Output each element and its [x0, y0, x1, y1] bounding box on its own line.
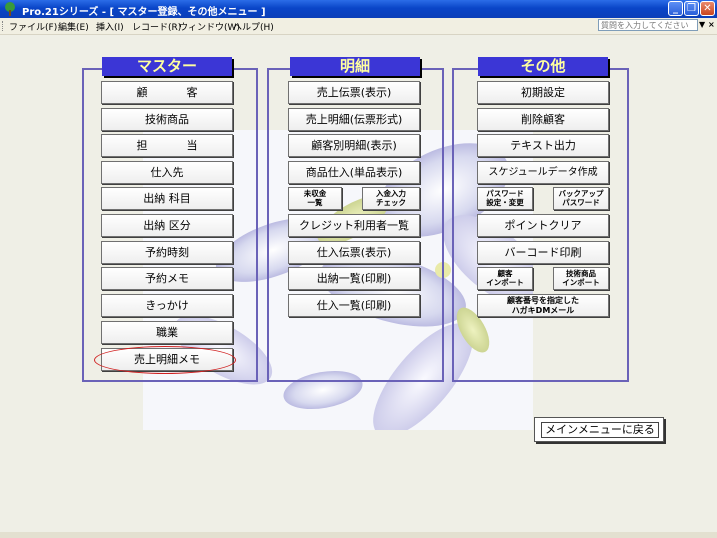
postcard-dm-mail-button[interactable]: 顧客番号を指定した ハガキDMメール — [477, 294, 609, 317]
schedule-data-button[interactable]: スケジュールデータ作成 — [477, 161, 609, 184]
cash-account-button[interactable]: 出納 科目 — [101, 187, 233, 210]
barcode-print-button[interactable]: バーコード印刷 — [477, 241, 609, 264]
help-search-input[interactable]: 質問を入力してください — [598, 19, 698, 31]
staff-button[interactable]: 担 当 — [101, 134, 233, 157]
purchase-slip-view-button[interactable]: 仕入伝票(表示) — [288, 241, 420, 264]
sales-slip-view-button[interactable]: 売上伝票(表示) — [288, 81, 420, 104]
initial-settings-button[interactable]: 初期設定 — [477, 81, 609, 104]
occupation-button[interactable]: 職業 — [101, 321, 233, 344]
trigger-button[interactable]: きっかけ — [101, 294, 233, 317]
close-button[interactable]: ✕ — [700, 1, 715, 16]
close-pane-icon[interactable]: × — [708, 20, 715, 29]
return-main-menu-label: メインメニューに戻る — [541, 422, 659, 438]
close-icon: ✕ — [703, 3, 712, 14]
receivables-list-button[interactable]: 未収金 一覧 — [288, 187, 342, 210]
menu-file[interactable]: ファイル(F) — [9, 20, 57, 33]
menu-window[interactable]: ウィンドウ(W) — [179, 20, 240, 33]
minimize-button[interactable]: _ — [668, 1, 683, 16]
return-main-menu-button[interactable]: メインメニューに戻る — [534, 417, 664, 442]
highlight-ring — [94, 346, 236, 374]
sales-detail-slip-button[interactable]: 売上明細(伝票形式) — [288, 108, 420, 131]
supplier-button[interactable]: 仕入先 — [101, 161, 233, 184]
master-panel-title: マスター — [102, 57, 232, 76]
cash-category-button[interactable]: 出納 区分 — [101, 214, 233, 237]
deleted-customers-button[interactable]: 削除顧客 — [477, 108, 609, 131]
menu-edit[interactable]: 編集(E) — [58, 20, 89, 33]
technical-product-import-button[interactable]: 技術商品 インポート — [553, 267, 609, 290]
point-clear-button[interactable]: ポイントクリア — [477, 214, 609, 237]
customer-detail-view-button[interactable]: 顧客別明細(表示) — [288, 134, 420, 157]
status-bar — [0, 532, 717, 538]
purchase-list-print-button[interactable]: 仕入一覧(印刷) — [288, 294, 420, 317]
menu-bar: ファイル(F) 編集(E) 挿入(I) レコード(R) ウィンドウ(W) ヘルプ… — [0, 18, 717, 35]
other-panel-title: その他 — [478, 57, 608, 76]
toolbar-grip[interactable] — [2, 21, 6, 31]
menu-help[interactable]: ヘルプ(H) — [233, 20, 274, 33]
password-settings-button[interactable]: パスワード 設定・変更 — [477, 187, 533, 210]
reservation-time-button[interactable]: 予約時刻 — [101, 241, 233, 264]
customer-import-button[interactable]: 顧客 インポート — [477, 267, 533, 290]
cash-list-print-button[interactable]: 出納一覧(印刷) — [288, 267, 420, 290]
minimize-icon: _ — [673, 3, 678, 14]
menu-record[interactable]: レコード(R) — [132, 20, 181, 33]
text-export-button[interactable]: テキスト出力 — [477, 134, 609, 157]
window-title: Pro.21シリーズ - [ マスター登録、その他メニュー ] — [22, 7, 266, 18]
restore-button[interactable]: ❐ — [684, 1, 699, 16]
app-tree-icon[interactable] — [3, 2, 17, 16]
title-bar: Pro.21シリーズ - [ マスター登録、その他メニュー ] _ ❐ ✕ — [0, 0, 717, 18]
payment-check-button[interactable]: 入金入力 チェック — [362, 187, 420, 210]
credit-user-list-button[interactable]: クレジット利用者一覧 — [288, 214, 420, 237]
backup-password-button[interactable]: バックアップ パスワード — [553, 187, 609, 210]
technical-product-button[interactable]: 技術商品 — [101, 108, 233, 131]
menu-insert[interactable]: 挿入(I) — [96, 20, 124, 33]
detail-panel-title: 明細 — [290, 57, 420, 76]
chevron-down-icon[interactable]: ▼ — [699, 20, 705, 29]
product-purchase-button[interactable]: 商品仕入(単品表示) — [288, 161, 420, 184]
customer-master-button[interactable]: 顧 客 — [101, 81, 233, 104]
reservation-memo-button[interactable]: 予約メモ — [101, 267, 233, 290]
restore-icon: ❐ — [687, 3, 696, 14]
